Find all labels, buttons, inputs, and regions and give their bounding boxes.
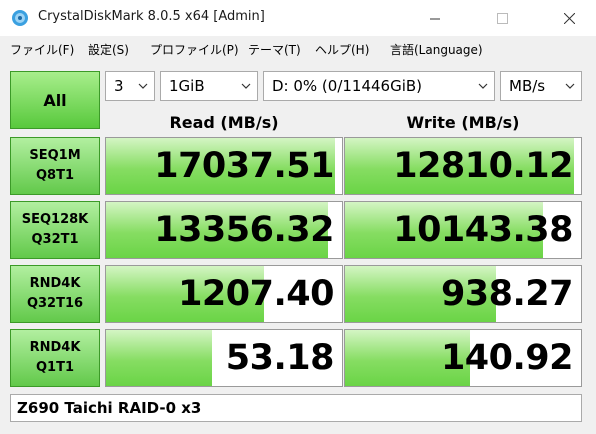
write-result-value: 12810.12 bbox=[393, 146, 573, 186]
write-result-cell: 938.27 bbox=[344, 265, 582, 323]
read-result-value: 53.18 bbox=[225, 338, 335, 378]
read-result-cell: 53.18 bbox=[105, 329, 343, 387]
menu-bar: ファイル(F) 設定(S) プロファイル(P) テーマ(T) ヘルプ(H) 言語… bbox=[0, 37, 596, 61]
test-queue: Q32T16 bbox=[26, 296, 84, 311]
write-result-cell: 140.92 bbox=[344, 329, 582, 387]
test-button-seq128k-q32t1[interactable]: SEQ128K Q32T1 bbox=[10, 201, 100, 259]
read-result-value: 17037.51 bbox=[154, 146, 334, 186]
chevron-down-icon bbox=[241, 83, 251, 89]
title-bar[interactable]: CrystalDiskMark 8.0.5 x64 [Admin] bbox=[0, 0, 596, 37]
test-queue: Q1T1 bbox=[35, 360, 74, 375]
read-result-cell: 13356.32 bbox=[105, 201, 343, 259]
write-result-cell: 10143.38 bbox=[344, 201, 582, 259]
test-count-value: 3 bbox=[114, 77, 124, 95]
crystaldiskmark-app-icon bbox=[12, 10, 28, 26]
write-column-header: Write (MB/s) bbox=[406, 113, 520, 132]
unit-select[interactable]: MB/s bbox=[500, 71, 582, 101]
chevron-down-icon bbox=[478, 83, 488, 89]
test-queue: Q8T1 bbox=[35, 168, 74, 183]
test-size-select[interactable]: 1GiB bbox=[160, 71, 258, 101]
test-name: RND4K bbox=[29, 276, 81, 291]
maximize-icon bbox=[496, 13, 508, 24]
menu-settings[interactable]: 設定(S) bbox=[88, 41, 129, 58]
menu-help[interactable]: ヘルプ(H) bbox=[315, 41, 369, 58]
menu-language[interactable]: 言語(Language) bbox=[390, 41, 483, 58]
read-column-header: Read (MB/s) bbox=[169, 113, 279, 132]
test-button-seq1m-q8t1[interactable]: SEQ1M Q8T1 bbox=[10, 137, 100, 195]
test-button-rnd4k-q1t1[interactable]: RND4K Q1T1 bbox=[10, 329, 100, 387]
comment-field[interactable]: Z690 Taichi RAID-0 x3 bbox=[10, 394, 582, 422]
test-name: RND4K bbox=[29, 340, 81, 355]
write-result-value: 140.92 bbox=[440, 338, 574, 378]
drive-select[interactable]: D: 0% (0/11446GiB) bbox=[263, 71, 495, 101]
test-name: SEQ1M bbox=[29, 148, 81, 163]
test-count-select[interactable]: 3 bbox=[105, 71, 155, 101]
read-score-bar bbox=[106, 330, 213, 386]
minimize-icon bbox=[429, 18, 440, 20]
menu-file[interactable]: ファイル(F) bbox=[10, 41, 74, 58]
unit-value: MB/s bbox=[509, 77, 546, 95]
write-result-value: 10143.38 bbox=[393, 210, 573, 250]
drive-value: D: 0% (0/11446GiB) bbox=[272, 77, 423, 95]
chevron-down-icon bbox=[138, 83, 148, 89]
run-all-button[interactable]: All bbox=[10, 71, 100, 129]
window-title: CrystalDiskMark 8.0.5 x64 [Admin] bbox=[38, 9, 265, 24]
maximize-button[interactable] bbox=[479, 0, 525, 37]
read-result-cell: 17037.51 bbox=[105, 137, 343, 195]
test-queue: Q32T1 bbox=[31, 232, 79, 247]
test-name: SEQ128K bbox=[21, 212, 89, 227]
read-result-value: 13356.32 bbox=[154, 210, 334, 250]
read-result-cell: 1207.40 bbox=[105, 265, 343, 323]
menu-theme[interactable]: テーマ(T) bbox=[248, 41, 301, 58]
write-result-value: 938.27 bbox=[440, 274, 574, 314]
close-icon bbox=[563, 13, 575, 24]
read-result-value: 1207.40 bbox=[178, 274, 334, 314]
write-result-cell: 12810.12 bbox=[344, 137, 582, 195]
test-size-value: 1GiB bbox=[169, 77, 205, 95]
test-button-rnd4k-q32t16[interactable]: RND4K Q32T16 bbox=[10, 265, 100, 323]
close-button[interactable] bbox=[546, 0, 592, 37]
menu-profile[interactable]: プロファイル(P) bbox=[150, 41, 239, 58]
chevron-down-icon bbox=[565, 83, 575, 89]
minimize-button[interactable] bbox=[412, 0, 458, 37]
